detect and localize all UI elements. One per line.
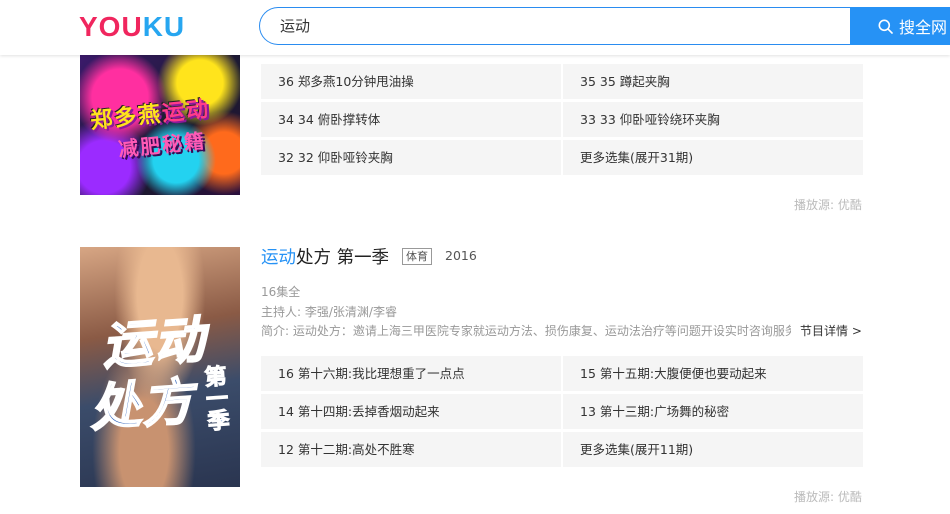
episode-item[interactable]: 32 32 仰卧哑铃夹胸 [261,140,561,175]
search-icon [878,19,893,34]
show2-poster[interactable]: 运动 处方 第一季 [80,247,240,487]
search-box [259,7,851,45]
more-episodes-button[interactable]: 更多选集(展开11期) [563,432,863,467]
detail-link[interactable]: 节目详情 > [800,322,862,339]
play-source: 播放源: 优酷 [794,198,862,212]
episode-item[interactable]: 33 33 仰卧哑铃绕环夹胸 [563,102,863,137]
category-tag: 体育 [402,248,432,265]
episode-item[interactable]: 35 35 蹲起夹胸 [563,64,863,99]
search-all-button[interactable]: 搜全网 [850,7,950,45]
episode-count: 16集全 [261,285,301,299]
episode-item[interactable]: 14 第十四期:丢掉香烟动起来 [261,394,561,429]
episode-item[interactable]: 15 第十五期:大腹便便也要动起来 [563,356,863,391]
search-button-label: 搜全网 [899,18,948,37]
episode-item[interactable]: 34 34 俯卧撑转体 [261,102,561,137]
show1-poster[interactable]: 郑多燕运动 减肥秘籍 [80,55,240,195]
episode-item[interactable]: 13 第十三期:广场舞的秘密 [563,394,863,429]
show-title[interactable]: 运动处方 第一季 [261,244,389,269]
play-source: 播放源: 优酷 [794,490,862,504]
top-header: YOUKU 搜全网 [0,0,950,55]
youku-logo[interactable]: YOUKU [79,12,185,42]
more-episodes-button[interactable]: 更多选集(展开31期) [563,140,863,175]
release-year: 2016 [445,248,477,263]
show2-poster-title-line2: 处方 [87,371,197,438]
show2-poster-season: 第一季 [199,364,230,433]
hosts: 主持人: 李强/张清渊/李睿 [261,305,397,319]
search-input[interactable] [280,8,840,44]
description: 简介: 运动处方：邀请上海三甲医院专家就运动方法、损伤康复、运动法治疗等问题开设… [261,324,791,338]
episode-item[interactable]: 16 第十六期:我比理想重了一点点 [261,356,561,391]
episode-item[interactable]: 36 郑多燕10分钟甩油操 [261,64,561,99]
episode-item[interactable]: 12 第十二期:高处不胜寒 [261,432,561,467]
